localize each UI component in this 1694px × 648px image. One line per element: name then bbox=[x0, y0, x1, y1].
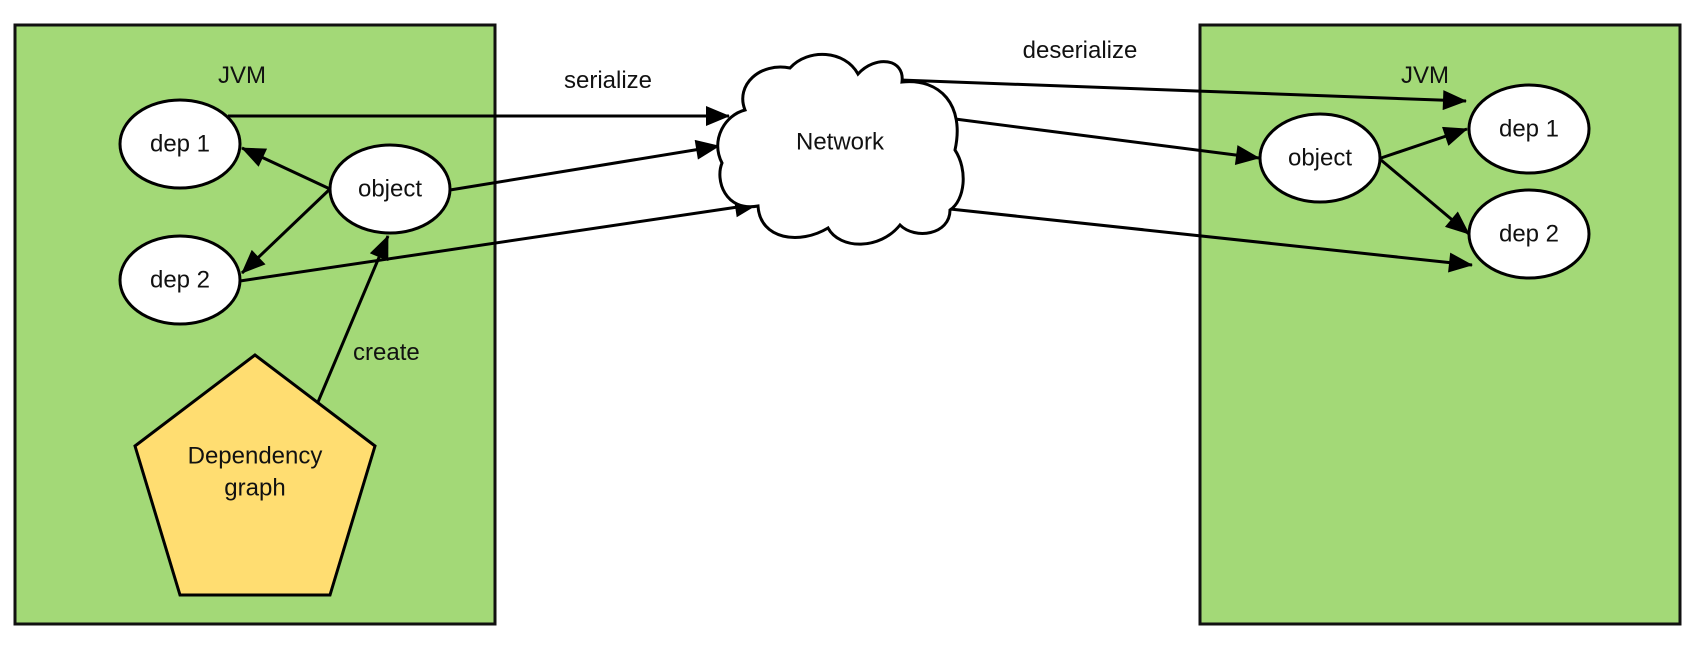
deserialize-label: deserialize bbox=[1023, 37, 1138, 64]
right-object-node: object bbox=[1258, 112, 1382, 204]
network-cloud-node: Network bbox=[716, 53, 965, 246]
left-dep2-node: dep 2 bbox=[118, 234, 242, 326]
right-dep2-label: dep 2 bbox=[1499, 221, 1559, 248]
right-dep1-node: dep 1 bbox=[1467, 83, 1591, 175]
dependency-graph-label-line1: Dependency bbox=[188, 443, 323, 470]
serialize-label: serialize bbox=[564, 67, 652, 94]
create-label: create bbox=[353, 339, 420, 366]
network-label: Network bbox=[796, 129, 885, 156]
left-dep1-node: dep 1 bbox=[118, 98, 242, 190]
left-dep1-label: dep 1 bbox=[150, 131, 210, 158]
right-object-label: object bbox=[1288, 145, 1352, 172]
left-object-label: object bbox=[358, 176, 422, 203]
left-jvm-label: JVM bbox=[218, 62, 266, 89]
right-dep1-label: dep 1 bbox=[1499, 116, 1559, 143]
dependency-graph-label-line2: graph bbox=[224, 475, 285, 502]
serialization-diagram: JVM JVM serialize deserialize create dep… bbox=[13, 23, 1682, 626]
right-jvm-box bbox=[1198, 23, 1682, 626]
right-jvm-label: JVM bbox=[1401, 62, 1449, 89]
left-dep2-label: dep 2 bbox=[150, 267, 210, 294]
left-object-node: object bbox=[328, 143, 452, 235]
right-dep2-node: dep 2 bbox=[1467, 188, 1591, 280]
